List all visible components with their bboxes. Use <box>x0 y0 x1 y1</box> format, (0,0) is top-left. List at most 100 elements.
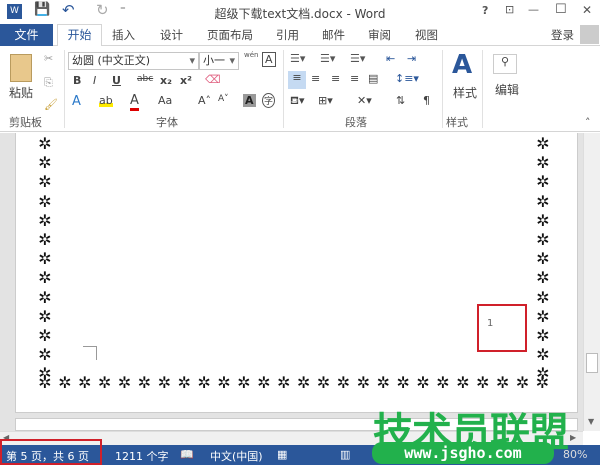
subscript-button[interactable]: x₂ <box>160 74 172 87</box>
macro-icon[interactable]: ▦ <box>277 448 287 461</box>
clear-formatting-icon[interactable]: ⌫ <box>205 73 221 86</box>
maximize-icon[interactable]: ☐ <box>555 2 567 17</box>
underline-button[interactable]: U <box>112 74 121 87</box>
bullets-icon[interactable]: ☰▾ <box>290 52 305 65</box>
tab-view[interactable]: 视图 <box>415 27 438 43</box>
char-shading-icon[interactable]: A <box>243 94 256 107</box>
border-star-icon: ✲ <box>336 373 351 392</box>
align-left-button[interactable]: ≡ <box>288 71 306 89</box>
border-star-icon: ✲ <box>515 373 530 392</box>
format-painter-icon[interactable]: 🖌 <box>44 98 58 111</box>
tab-mailings[interactable]: 邮件 <box>322 27 345 43</box>
line-spacing-icon[interactable]: ↕≡▾ <box>395 72 419 85</box>
font-size-select[interactable]: 小一 ▾ <box>199 52 239 70</box>
close-icon[interactable]: ✕ <box>582 3 592 17</box>
font-name-select[interactable]: 幼圆 (中文正文) ▾ <box>68 52 199 70</box>
justify-button[interactable]: ≡ <box>350 72 359 85</box>
align-center-button[interactable]: ≡ <box>311 72 320 85</box>
border-star-icon: ✲ <box>536 249 550 269</box>
divider <box>283 50 284 128</box>
highlight-icon[interactable]: ab <box>99 94 113 107</box>
border-star-icon: ✲ <box>38 306 52 326</box>
font-color-icon[interactable]: A <box>130 93 139 111</box>
border-star-icon: ✲ <box>536 230 550 249</box>
bold-button[interactable]: B <box>73 74 81 87</box>
collapse-ribbon-icon[interactable]: ˄ <box>585 116 591 129</box>
scroll-right-icon[interactable]: ▶ <box>570 433 576 442</box>
border-star-icon: ✲ <box>356 373 371 392</box>
border-star-icon: ✲ <box>316 373 331 392</box>
read-mode-icon[interactable]: ▥ <box>340 448 350 461</box>
tab-references[interactable]: 引用 <box>276 27 299 43</box>
title-bar: W 💾 ↶ ↻ ⁼ 超级下载text文档.docx - Word ? ⊡ — ☐… <box>0 0 600 24</box>
tab-insert[interactable]: 插入 <box>112 27 135 43</box>
border-star-icon: ✲ <box>58 373 72 392</box>
document-page[interactable] <box>15 133 578 413</box>
help-icon[interactable]: ? <box>482 4 488 17</box>
asian-layout-icon[interactable]: ✕▾ <box>357 94 372 107</box>
italic-button[interactable]: I <box>93 74 96 87</box>
text-effects-icon[interactable]: A <box>72 94 81 109</box>
find-binoculars-icon[interactable]: ⚲ <box>493 54 517 74</box>
grow-font-icon[interactable]: A˄ <box>198 94 211 107</box>
border-star-icon: ✲ <box>536 210 550 230</box>
increase-indent-icon[interactable]: ⇥ <box>407 52 416 65</box>
border-star-icon: ✲ <box>436 373 450 392</box>
enclose-char-icon[interactable]: 字 <box>262 93 276 108</box>
phonetic-guide-icon[interactable]: wén <box>244 51 258 59</box>
tab-home[interactable]: 开始 <box>57 24 102 47</box>
border-star-icon: ✲ <box>38 230 52 249</box>
login-link[interactable]: 登录 <box>551 27 574 43</box>
tab-layout[interactable]: 页面布局 <box>207 27 253 43</box>
language-indicator[interactable]: 中文(中国) <box>210 448 263 464</box>
border-star-icon: ✲ <box>277 373 291 392</box>
numbering-icon[interactable]: ☰▾ <box>320 52 335 65</box>
border-star-icon: ✲ <box>416 373 430 392</box>
sort-icon[interactable]: ⇅ <box>396 94 405 107</box>
font-size-value: 小一 <box>203 54 225 67</box>
ribbon: 粘贴 ✂ ⎘ 🖌 剪贴板 幼圆 (中文正文) ▾ 小一 ▾ wén A B I U … <box>0 46 600 132</box>
superscript-button[interactable]: x² <box>180 74 192 87</box>
scroll-thumb[interactable] <box>586 353 598 373</box>
proofing-icon[interactable]: 📖 <box>180 448 194 461</box>
align-right-button[interactable]: ≡ <box>331 72 340 85</box>
copy-icon[interactable]: ⎘ <box>44 76 53 90</box>
paste-icon[interactable] <box>10 54 32 82</box>
styles-icon[interactable]: A <box>452 50 472 80</box>
shading-icon[interactable]: ⛾▾ <box>290 94 305 109</box>
tab-design[interactable]: 设计 <box>160 27 183 43</box>
borders-icon[interactable]: ⊞▾ <box>318 94 333 107</box>
show-marks-icon[interactable]: ¶ <box>423 94 430 107</box>
ribbon-display-icon[interactable]: ⊡ <box>505 3 514 16</box>
cut-icon[interactable]: ✂ <box>44 52 53 65</box>
border-star-icon: ✲ <box>396 373 410 392</box>
font-name-value: 幼圆 (中文正文) <box>72 54 151 67</box>
border-star-icon: ✲ <box>197 373 211 392</box>
paragraph-group-label: 段落 <box>345 116 367 129</box>
minimize-icon[interactable]: — <box>528 3 539 16</box>
strikethrough-button[interactable]: abc <box>137 74 153 84</box>
shrink-font-icon[interactable]: A˅ <box>218 94 229 104</box>
border-star-icon: ✲ <box>38 249 52 269</box>
char-border-icon[interactable]: A <box>262 52 276 67</box>
border-star-icon: ✲ <box>157 373 172 392</box>
editing-button[interactable]: 编辑 <box>495 81 519 98</box>
border-star-icon: ✲ <box>177 373 191 392</box>
decrease-indent-icon[interactable]: ⇤ <box>386 52 395 65</box>
border-star-icon: ✲ <box>38 210 52 230</box>
multilevel-list-icon[interactable]: ☰▾ <box>350 52 365 65</box>
avatar[interactable] <box>580 25 599 44</box>
vertical-scrollbar[interactable]: ▼ <box>583 133 600 431</box>
styles-button[interactable]: 样式 <box>453 84 477 101</box>
distributed-button[interactable]: ▤ <box>368 72 378 85</box>
font-group-label: 字体 <box>156 116 178 129</box>
border-star-icon: ✲ <box>476 373 490 392</box>
scroll-down-icon[interactable]: ▼ <box>588 417 594 426</box>
tab-review[interactable]: 审阅 <box>368 27 391 43</box>
change-case-icon[interactable]: Aa <box>158 94 172 107</box>
margin-corner-mark <box>83 346 97 360</box>
word-count[interactable]: 1211 个字 <box>115 448 169 464</box>
border-star-icon: ✲ <box>535 373 550 392</box>
tab-file[interactable]: 文件 <box>0 24 53 46</box>
paste-button[interactable]: 粘贴 <box>9 84 33 101</box>
